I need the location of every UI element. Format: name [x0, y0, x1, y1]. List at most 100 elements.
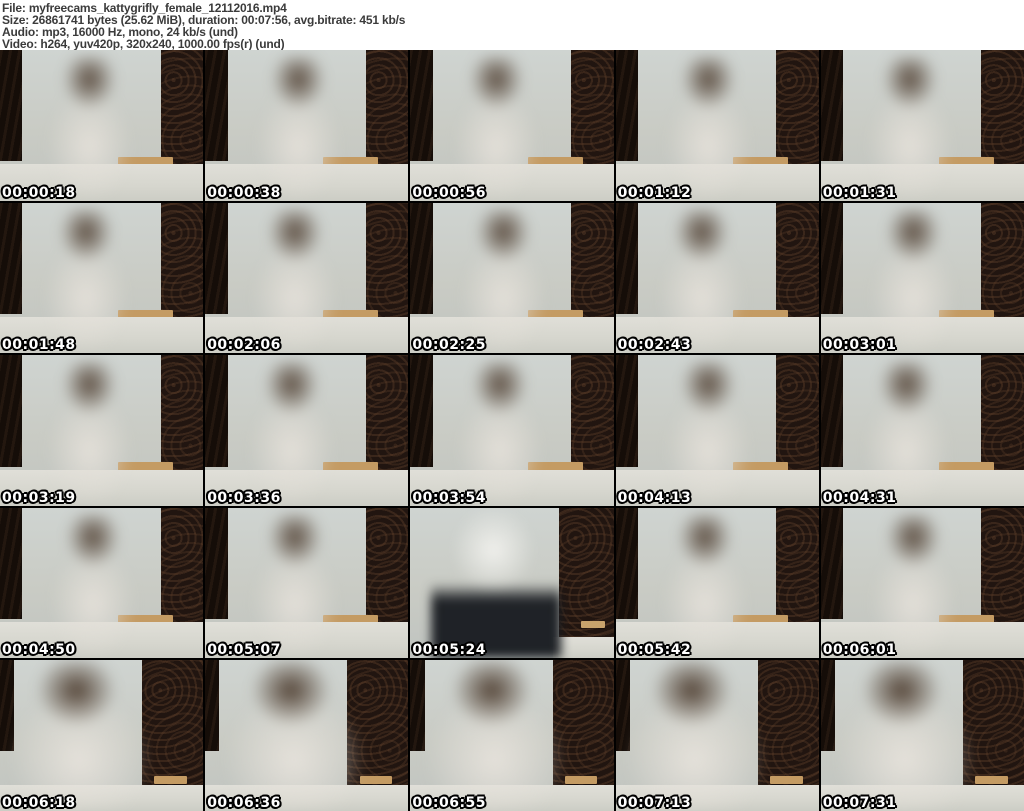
timestamp-overlay: 00:02:43	[617, 337, 692, 354]
metadata-header: File: myfreecams_kattygrifly_female_1211…	[0, 0, 1024, 50]
curtain-left-shape	[820, 507, 844, 620]
bedding-shape	[552, 637, 614, 659]
timestamp-overlay: 00:03:19	[2, 489, 76, 506]
curtain-left-shape	[205, 50, 228, 162]
thumbnail-grid: 00:00:18 00:00:38 00:00:56 00:01:12 00:0…	[0, 50, 1024, 811]
timestamp-overlay: 00:01:12	[617, 184, 692, 201]
video-thumbnail: 00:05:24	[410, 507, 614, 659]
video-value: h264, yuv420p, 320x240, 1000.00 fps(r) (…	[40, 37, 285, 51]
video-thumbnail: 00:02:43	[615, 202, 819, 354]
blurred-frame-content-placeholder	[234, 361, 349, 506]
curtain-left-shape	[205, 507, 228, 620]
blurred-frame-content-placeholder	[32, 361, 147, 506]
video-thumbnail: 00:01:31	[820, 50, 1024, 201]
timestamp-overlay: 00:04:50	[2, 642, 76, 659]
blurred-frame-content-placeholder	[651, 361, 766, 506]
timestamp-overlay: 00:06:36	[207, 795, 281, 811]
curtain-left-shape	[205, 202, 228, 315]
video-thumbnail: 00:06:18	[0, 660, 204, 811]
blurred-frame-content-placeholder	[856, 513, 971, 659]
blurred-frame-content-placeholder	[856, 208, 971, 354]
timestamp-overlay: 00:00:38	[207, 184, 281, 201]
blurred-frame-content-placeholder	[442, 361, 557, 506]
blurred-frame-content-placeholder	[446, 208, 561, 354]
blurred-frame-content-placeholder	[828, 660, 988, 811]
timestamp-overlay: 00:02:06	[207, 337, 281, 354]
video-thumbnail: 00:01:12	[615, 50, 819, 201]
blurred-frame-content-placeholder	[430, 507, 561, 659]
curtain-left-shape	[0, 507, 23, 620]
timestamp-overlay: 00:06:01	[822, 642, 897, 659]
timestamp-overlay: 00:00:18	[2, 184, 76, 201]
blurred-frame-content-placeholder	[237, 513, 352, 659]
timestamp-overlay: 00:05:24	[412, 642, 487, 659]
blurred-frame-content-placeholder	[618, 660, 778, 811]
video-thumbnail: 00:00:38	[205, 50, 409, 201]
curtain-left-shape	[0, 50, 23, 162]
blurred-frame-content-placeholder	[241, 56, 355, 201]
timestamp-overlay: 00:06:55	[412, 795, 487, 811]
blurred-frame-content-placeholder	[853, 56, 968, 201]
blurred-frame-content-placeholder	[35, 513, 150, 659]
curtain-left-shape	[0, 355, 23, 467]
video-thumbnail: 00:05:07	[205, 507, 409, 659]
curtain-left-shape	[410, 355, 433, 467]
timestamp-overlay: 00:04:13	[617, 489, 692, 506]
timestamp-overlay: 00:06:18	[2, 795, 76, 811]
curtain-left-shape	[410, 50, 433, 162]
timestamp-overlay: 00:03:54	[412, 489, 487, 506]
timestamp-overlay: 00:04:31	[822, 489, 897, 506]
curtain-right-shape	[558, 507, 614, 659]
video-thumbnail: 00:06:36	[205, 660, 409, 811]
blurred-frame-content-placeholder	[29, 208, 143, 354]
timestamp-overlay: 00:02:25	[412, 337, 487, 354]
curtain-left-shape	[205, 355, 228, 467]
video-thumbnail: 00:07:31	[820, 660, 1024, 811]
video-thumbnail: 00:06:01	[820, 507, 1024, 659]
video-thumbnail: 00:03:01	[820, 202, 1024, 354]
timestamp-overlay: 00:05:42	[617, 642, 692, 659]
video-thumbnail: 00:01:48	[0, 202, 204, 354]
curtain-left-shape	[820, 202, 844, 315]
video-thumbnail: 00:00:18	[0, 50, 204, 201]
timestamp-overlay: 00:05:07	[207, 642, 281, 659]
curtain-left-shape	[615, 202, 638, 315]
video-contact-sheet: File: myfreecams_kattygrifly_female_1211…	[0, 0, 1024, 811]
timestamp-overlay: 00:01:48	[2, 337, 76, 354]
blurred-frame-content-placeholder	[237, 208, 352, 354]
blurred-frame-content-placeholder	[644, 208, 759, 354]
curtain-left-shape	[820, 50, 844, 162]
blurred-frame-content-placeholder	[849, 361, 964, 506]
video-thumbnail: 00:06:55	[410, 660, 614, 811]
video-thumbnail: 00:02:25	[410, 202, 614, 354]
video-thumbnail: 00:02:06	[205, 202, 409, 354]
video-thumbnail: 00:04:50	[0, 507, 204, 659]
video-thumbnail: 00:03:36	[205, 355, 409, 506]
blurred-frame-content-placeholder	[3, 660, 162, 811]
bed-frame-shape	[581, 620, 606, 629]
blurred-frame-content-placeholder	[32, 56, 147, 201]
video-thumbnail: 00:05:42	[615, 507, 819, 659]
video-label: Video:	[2, 37, 38, 51]
video-line: Video: h264, yuv420p, 320x240, 1000.00 f…	[2, 38, 1024, 50]
timestamp-overlay: 00:00:56	[412, 184, 487, 201]
curtain-left-shape	[615, 355, 638, 467]
timestamp-overlay: 00:07:13	[617, 795, 692, 811]
video-thumbnail: 00:04:31	[820, 355, 1024, 506]
timestamp-overlay: 00:03:36	[207, 489, 281, 506]
video-thumbnail: 00:07:13	[615, 660, 819, 811]
blurred-frame-content-placeholder	[439, 56, 554, 201]
timestamp-overlay: 00:03:01	[822, 337, 897, 354]
video-thumbnail: 00:03:19	[0, 355, 204, 506]
curtain-left-shape	[820, 355, 844, 467]
timestamp-overlay: 00:01:31	[822, 184, 897, 201]
curtain-left-shape	[615, 50, 638, 162]
blurred-frame-content-placeholder	[418, 660, 578, 811]
blurred-frame-content-placeholder	[651, 56, 766, 201]
timestamp-overlay: 00:07:31	[822, 795, 897, 811]
video-thumbnail: 00:04:13	[615, 355, 819, 506]
blurred-frame-content-placeholder	[648, 513, 762, 659]
curtain-left-shape	[410, 202, 433, 315]
blurred-frame-content-placeholder	[218, 660, 377, 811]
video-thumbnail: 00:00:56	[410, 50, 614, 201]
